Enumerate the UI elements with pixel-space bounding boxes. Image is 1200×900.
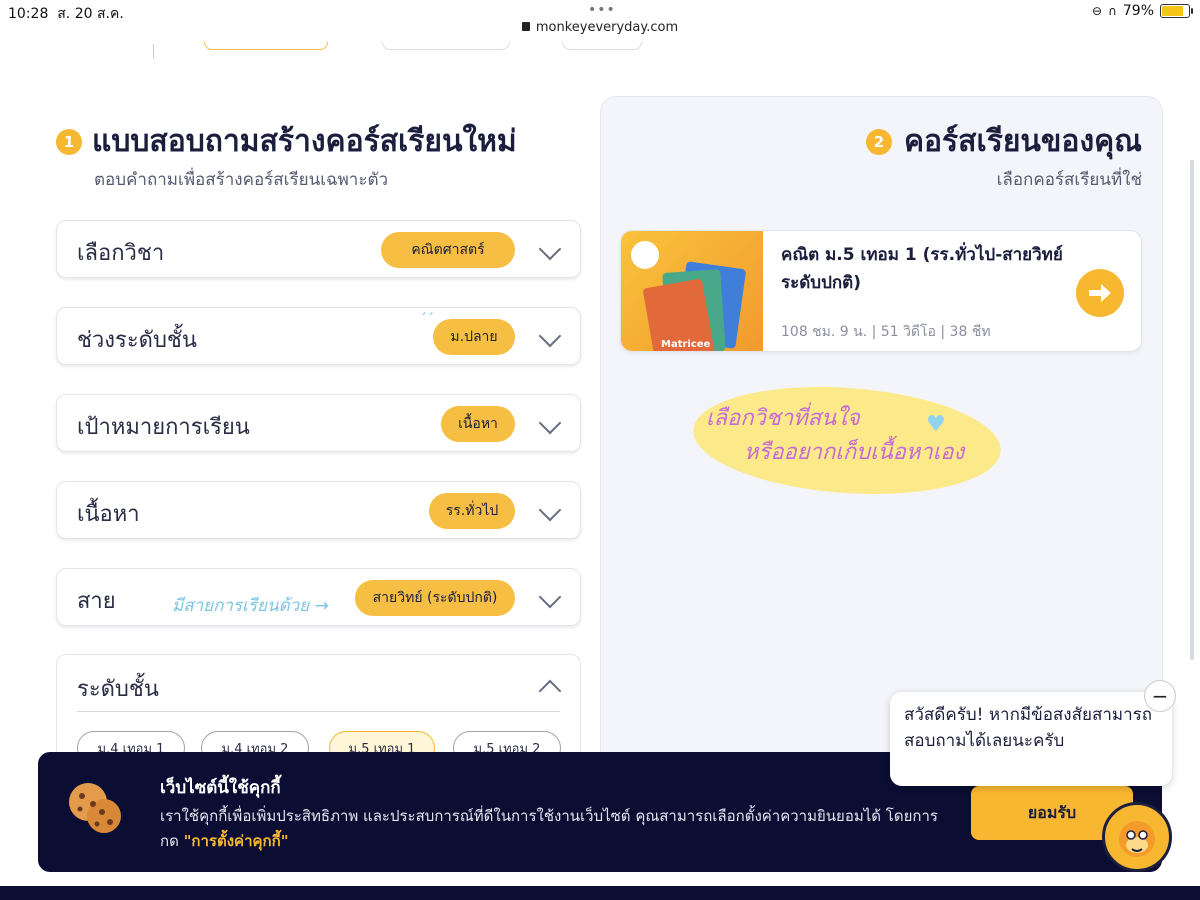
step-badge: 2 (865, 128, 892, 155)
question-label: เป้าหมายการเรียน (77, 415, 250, 440)
go-arrow-button[interactable] (1076, 269, 1124, 317)
cookie-icon (69, 783, 121, 833)
battery-icon (1160, 4, 1193, 18)
left-header: 1 แบบสอบถามสร้างคอร์สเรียนใหม่ (56, 118, 517, 165)
answer-pill[interactable]: รร.ทั่วไป (429, 493, 515, 529)
chevron-down-icon[interactable] (538, 498, 562, 522)
chat-bubble[interactable]: สวัสดีครับ! หากมีข้อสงสัยสามารถสอบถามได้… (890, 692, 1172, 786)
right-header: 2 คอร์สเรียนของคุณ (865, 118, 1142, 165)
cookie-text: เราใช้คุกกี้เพื่อเพิ่มประสิทธิภาพ และประ… (160, 807, 938, 850)
top-nav-tab[interactable] (204, 42, 328, 50)
panel-title: คอร์สเรียนของคุณ (903, 124, 1142, 159)
course-radio[interactable] (631, 241, 659, 269)
status-right: ⊖ ∩ 79% (1092, 3, 1193, 19)
question-label: ช่วงระดับชั้น (77, 328, 197, 353)
answer-pill[interactable]: สายวิทย์ (ระดับปกติ) (355, 580, 515, 616)
page-subtitle: ตอบคำถามเพื่อสร้างคอร์สเรียนเฉพาะตัว (94, 170, 389, 190)
chat-close-button[interactable]: − (1144, 680, 1176, 712)
question-label: สาย (77, 589, 116, 614)
lock-icon (521, 22, 530, 31)
course-thumbnail: Matricee (621, 231, 763, 351)
top-nav-tab[interactable] (382, 42, 510, 50)
divider (153, 44, 154, 58)
course-title: คณิต ม.5 เทอม 1 (รร.ทั่วไป-สายวิทย์ ระดั… (781, 245, 1063, 293)
chevron-down-icon[interactable] (538, 324, 562, 348)
battery-percent: 79% (1122, 3, 1154, 19)
sparkle-doodle-icon: ˊˊ (420, 312, 434, 328)
question-content[interactable]: เนื้อหา รร.ทั่วไป (56, 481, 581, 539)
top-nav-tab[interactable] (562, 42, 642, 50)
handwritten-note: มีสายการเรียนด้วย → (172, 596, 329, 616)
question-label: เลือกวิชา (77, 241, 165, 266)
chevron-down-icon[interactable] (538, 411, 562, 435)
course-meta: 108 ชม. 9 น. | 51 วิดีโอ | 38 ชีท (781, 324, 991, 340)
divider (77, 711, 560, 712)
arrow-right-icon (1089, 284, 1111, 302)
answer-pill[interactable]: คณิตศาสตร์ (381, 232, 515, 268)
chevron-down-icon[interactable] (538, 237, 562, 261)
chat-mascot-avatar[interactable] (1102, 802, 1172, 872)
handwritten-annotation: เลือกวิชาที่สนใจ หรืออยากเก็บเนื้อหาเอง (706, 406, 965, 465)
chevron-up-icon[interactable] (538, 679, 562, 703)
step-badge: 1 (56, 128, 82, 155)
question-grade-range[interactable]: ช่วงระดับชั้น ม.ปลาย (56, 307, 581, 365)
heart-doodle-icon: ♥ (926, 412, 946, 437)
bottom-bar (0, 886, 1200, 900)
page-title: แบบสอบถามสร้างคอร์สเรียนใหม่ (92, 124, 517, 159)
scrollbar[interactable] (1190, 160, 1194, 660)
headphones-icon: ∩ (1108, 4, 1117, 18)
question-goal[interactable]: เป้าหมายการเรียน เนื้อหา (56, 394, 581, 452)
link-icon: ⊖ (1092, 4, 1103, 18)
question-label: เนื้อหา (77, 502, 140, 527)
monkey-icon (1119, 821, 1155, 857)
answer-pill[interactable]: ม.ปลาย (433, 319, 515, 355)
thumb-label: Matricee (661, 339, 711, 350)
panel-subtitle: เลือกคอร์สเรียนที่ใช่ (996, 170, 1142, 190)
cookie-title: เว็บไซต์นี้ใช้คุกกี้ (160, 778, 281, 798)
url-text: monkeyeveryday.com (535, 20, 679, 35)
course-card[interactable]: Matricee คณิต ม.5 เทอม 1 (รร.ทั่วไป-สายว… (620, 230, 1142, 352)
question-subject[interactable]: เลือกวิชา คณิตศาสตร์ (56, 220, 581, 278)
question-label: ระดับชั้น (77, 677, 159, 702)
cookie-settings-link[interactable]: "การตั้งค่าคุกกี้" (184, 832, 289, 850)
answer-pill[interactable]: เนื้อหา (441, 406, 515, 442)
multitask-dots-icon[interactable]: ••• (588, 2, 616, 18)
url-bar[interactable]: monkeyeveryday.com (0, 20, 1200, 42)
chevron-down-icon[interactable] (538, 585, 562, 609)
